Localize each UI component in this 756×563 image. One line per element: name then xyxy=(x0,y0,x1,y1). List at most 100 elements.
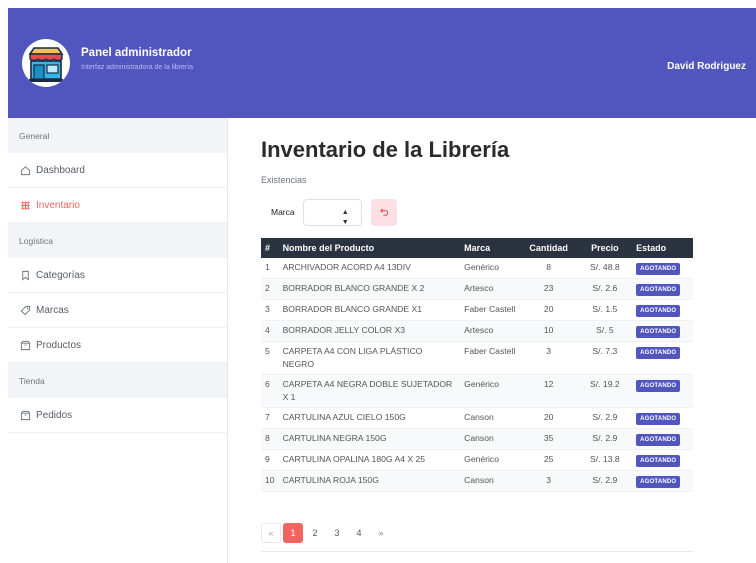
cell-brand: Canson xyxy=(460,407,520,429)
pagination-last[interactable]: » xyxy=(371,523,391,543)
sidebar-item-categorias[interactable]: Categorías xyxy=(8,258,227,293)
undo-icon xyxy=(380,207,389,216)
cell-product-name: CARTULINA AZUL CIELO 150G xyxy=(278,407,461,429)
bookmark-icon xyxy=(22,270,29,281)
table-row[interactable]: 9 CARTULINA OPALINA 180G A4 X 25 Genérico 2… xyxy=(261,449,693,471)
store-logo[interactable] xyxy=(22,39,70,87)
sidebar-item-inventario[interactable]: Inventario xyxy=(8,188,227,223)
col-header-number[interactable]: # xyxy=(261,238,279,258)
cell-number: 7 xyxy=(261,407,279,429)
main-content: Inventario de la Librería Existencias Ma… xyxy=(228,118,756,563)
user-menu[interactable]: David Rodriguez xyxy=(667,61,746,72)
table-row[interactable]: 7 CARTULINA AZUL CIELO 150G Canson 20 S/. 2.… xyxy=(261,407,693,429)
brand-filter-select[interactable]: ▲ ▼ xyxy=(302,198,362,226)
col-header-quantity[interactable]: Cantidad xyxy=(519,238,578,258)
table-row[interactable]: 10 CARTULINA ROJA 150G Canson 3 S/. 2.9 AGOTA… xyxy=(261,470,693,492)
cell-number: 6 xyxy=(261,374,279,408)
cell-price: S/. 1.5 xyxy=(577,299,633,321)
cell-quantity: 35 xyxy=(519,428,578,450)
cell-price: S/. 48.8 xyxy=(577,258,633,279)
sidebar-item-marcas[interactable]: Marcas xyxy=(8,293,227,328)
cell-price: S/. 5 xyxy=(577,320,633,342)
cell-quantity: 20 xyxy=(519,299,578,321)
brand-title: Panel administrador xyxy=(81,47,192,59)
cell-price: S/. 19.2 xyxy=(577,374,633,408)
table-row[interactable]: 4 BORRADOR JELLY COLOR X3 Artesco 10 S/. 5 AG… xyxy=(261,320,693,342)
cell-brand: Genérico xyxy=(460,374,520,408)
sidebar-item-dashboard[interactable]: Dashboard xyxy=(8,153,227,188)
pagination-page-1[interactable]: 1 xyxy=(283,523,303,543)
status-badge: AGOTANDO xyxy=(636,413,681,425)
inventory-table: # Nombre del Producto Marca Cantidad Pre… xyxy=(261,238,693,492)
cell-brand: Genérico xyxy=(460,258,520,279)
cell-status: AGOTANDO xyxy=(632,470,693,492)
cell-product-name: BORRADOR JELLY COLOR X3 xyxy=(278,320,461,342)
cell-number: 3 xyxy=(261,299,279,321)
box-icon xyxy=(20,340,31,350)
cell-number: 9 xyxy=(261,449,279,471)
reset-filter-button[interactable] xyxy=(370,198,397,226)
content-divider xyxy=(261,551,693,552)
col-header-price[interactable]: Precio xyxy=(577,238,633,258)
table-row[interactable]: 3 BORRADOR BLANCO GRANDE X1 Faber Castell 2… xyxy=(261,299,693,321)
cell-product-name: ARCHIVADOR ACORD A4 13DIV xyxy=(278,258,461,279)
col-header-status[interactable]: Estado xyxy=(632,238,693,258)
cell-number: 5 xyxy=(261,341,279,375)
pagination-page-3[interactable]: 3 xyxy=(327,523,347,543)
cell-quantity: 25 xyxy=(519,449,578,471)
page-title: Inventario de la Librería xyxy=(261,137,510,162)
cell-price: S/. 13.8 xyxy=(577,449,633,471)
sidebar-item-label: Productos xyxy=(36,339,82,351)
table-row[interactable]: 6 CARPETA A4 NEGRA DOBLE SUJETADOR X 1 Gen… xyxy=(261,374,693,408)
table-row[interactable]: 1 ARCHIVADOR ACORD A4 13DIV Genérico 8 S/. 4… xyxy=(261,258,693,279)
cell-quantity: 3 xyxy=(519,470,578,492)
inventory-icon xyxy=(21,200,30,210)
box-icon xyxy=(20,410,31,420)
cell-brand: Genérico xyxy=(460,449,520,471)
table-row[interactable]: 5 CARPETA A4 CON LIGA PLÁSTICO NEGRO Faber… xyxy=(261,341,693,375)
sidebar-item-productos[interactable]: Productos xyxy=(8,328,227,363)
cell-status: AGOTANDO xyxy=(632,407,693,429)
cell-quantity: 8 xyxy=(519,258,578,279)
cell-brand: Faber Castell xyxy=(460,341,520,375)
home-icon xyxy=(20,165,31,175)
cell-brand: Artesco xyxy=(460,320,520,342)
status-badge: AGOTANDO xyxy=(636,476,681,488)
cell-product-name: CARTULINA NEGRA 150G xyxy=(278,428,461,450)
inventory-table-body: 1 ARCHIVADOR ACORD A4 13DIV Genérico 8 S/. 4… xyxy=(261,258,693,492)
cell-price: S/. 2.9 xyxy=(577,470,633,492)
cell-price: S/. 2.6 xyxy=(577,278,633,300)
pagination-page-4[interactable]: 4 xyxy=(349,523,369,543)
sidebar-section-general: General xyxy=(8,118,227,153)
cell-status: AGOTANDO xyxy=(632,374,693,408)
sidebar-item-label: Inventario xyxy=(36,199,80,211)
status-badge: AGOTANDO xyxy=(636,455,681,467)
cell-quantity: 10 xyxy=(519,320,578,342)
pagination: « 1 2 3 4 » xyxy=(261,523,393,543)
col-header-name[interactable]: Nombre del Producto xyxy=(278,238,461,258)
sidebar-item-label: Categorías xyxy=(36,269,85,281)
status-badge: AGOTANDO xyxy=(636,434,681,446)
table-row[interactable]: 8 CARTULINA NEGRA 150G Canson 35 S/. 2.9 AGOT… xyxy=(261,428,693,450)
cell-brand: Canson xyxy=(460,470,520,492)
table-row[interactable]: 2 BORRADOR BLANCO GRANDE X 2 Artesco 23 S/. … xyxy=(261,278,693,300)
sidebar-item-label: Marcas xyxy=(36,304,69,316)
cell-status: AGOTANDO xyxy=(632,278,693,300)
cell-product-name: CARTULINA ROJA 150G xyxy=(278,470,461,492)
cell-number: 2 xyxy=(261,278,279,300)
cell-status: AGOTANDO xyxy=(632,428,693,450)
sidebar-item-pedidos[interactable]: Pedidos xyxy=(8,398,227,433)
cell-quantity: 3 xyxy=(519,341,578,375)
cell-brand: Faber Castell xyxy=(460,299,520,321)
status-badge: AGOTANDO xyxy=(636,380,681,392)
pagination-page-2[interactable]: 2 xyxy=(305,523,325,543)
cell-product-name: CARTULINA OPALINA 180G A4 X 25 xyxy=(278,449,461,471)
cell-quantity: 20 xyxy=(519,407,578,429)
cell-status: AGOTANDO xyxy=(632,258,693,279)
col-header-brand[interactable]: Marca xyxy=(460,238,520,258)
pagination-first[interactable]: « xyxy=(261,523,281,543)
status-badge: AGOTANDO xyxy=(636,326,681,338)
cell-product-name: CARPETA A4 CON LIGA PLÁSTICO NEGRO xyxy=(278,341,461,375)
cell-number: 1 xyxy=(261,258,279,279)
cell-status: AGOTANDO xyxy=(632,341,693,375)
